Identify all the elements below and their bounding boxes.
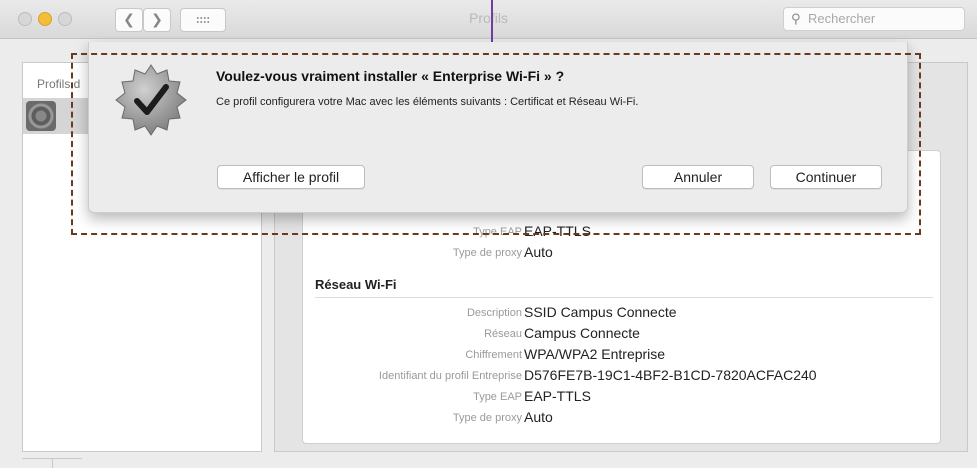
detail-value: D576FE7B-19C1-4BF2-B1CD-7820ACFAC240	[524, 367, 817, 383]
detail-key: Chiffrement	[465, 349, 522, 361]
detail-row: Type EAP EAP-TTLS	[303, 388, 940, 408]
detail-row: Réseau Campus Connecte	[303, 325, 940, 345]
highlight-annotation-box	[71, 53, 921, 235]
detail-row: Type de proxy Auto	[303, 409, 940, 429]
pointer-line	[491, 0, 493, 44]
detail-key: Description	[466, 307, 522, 319]
detail-row: Identifiant du profil Entreprise D576FE7…	[303, 367, 940, 387]
detail-row: Chiffrement WPA/WPA2 Entreprise	[303, 346, 940, 366]
search-field[interactable]: ⚲ Rechercher	[783, 7, 965, 31]
section-divider	[315, 297, 933, 298]
detail-row: Type de proxy Auto	[303, 244, 940, 264]
detail-key: Réseau	[484, 328, 522, 340]
detail-value: Auto	[524, 409, 553, 425]
detail-value: SSID Campus Connecte	[524, 304, 677, 320]
detail-value: Auto	[524, 244, 553, 260]
detail-value: EAP-TTLS	[524, 388, 591, 404]
detail-key: Identifiant du profil Entreprise	[378, 370, 522, 382]
search-placeholder: Rechercher	[808, 11, 876, 26]
wifi-section-title: Réseau Wi-Fi	[315, 277, 397, 292]
detail-key: Type de proxy	[452, 412, 522, 424]
detail-value: Campus Connecte	[524, 325, 640, 341]
detail-key: Type EAP	[473, 391, 522, 403]
detail-value: WPA/WPA2 Entreprise	[524, 346, 666, 362]
detail-row: Description SSID Campus Connecte	[303, 304, 940, 324]
detail-key: Type de proxy	[452, 247, 522, 259]
title-bar: ❮ ❯ Profils ⚲ Rechercher	[0, 0, 977, 39]
search-icon: ⚲	[791, 11, 801, 26]
settings-gear-icon	[26, 101, 56, 131]
